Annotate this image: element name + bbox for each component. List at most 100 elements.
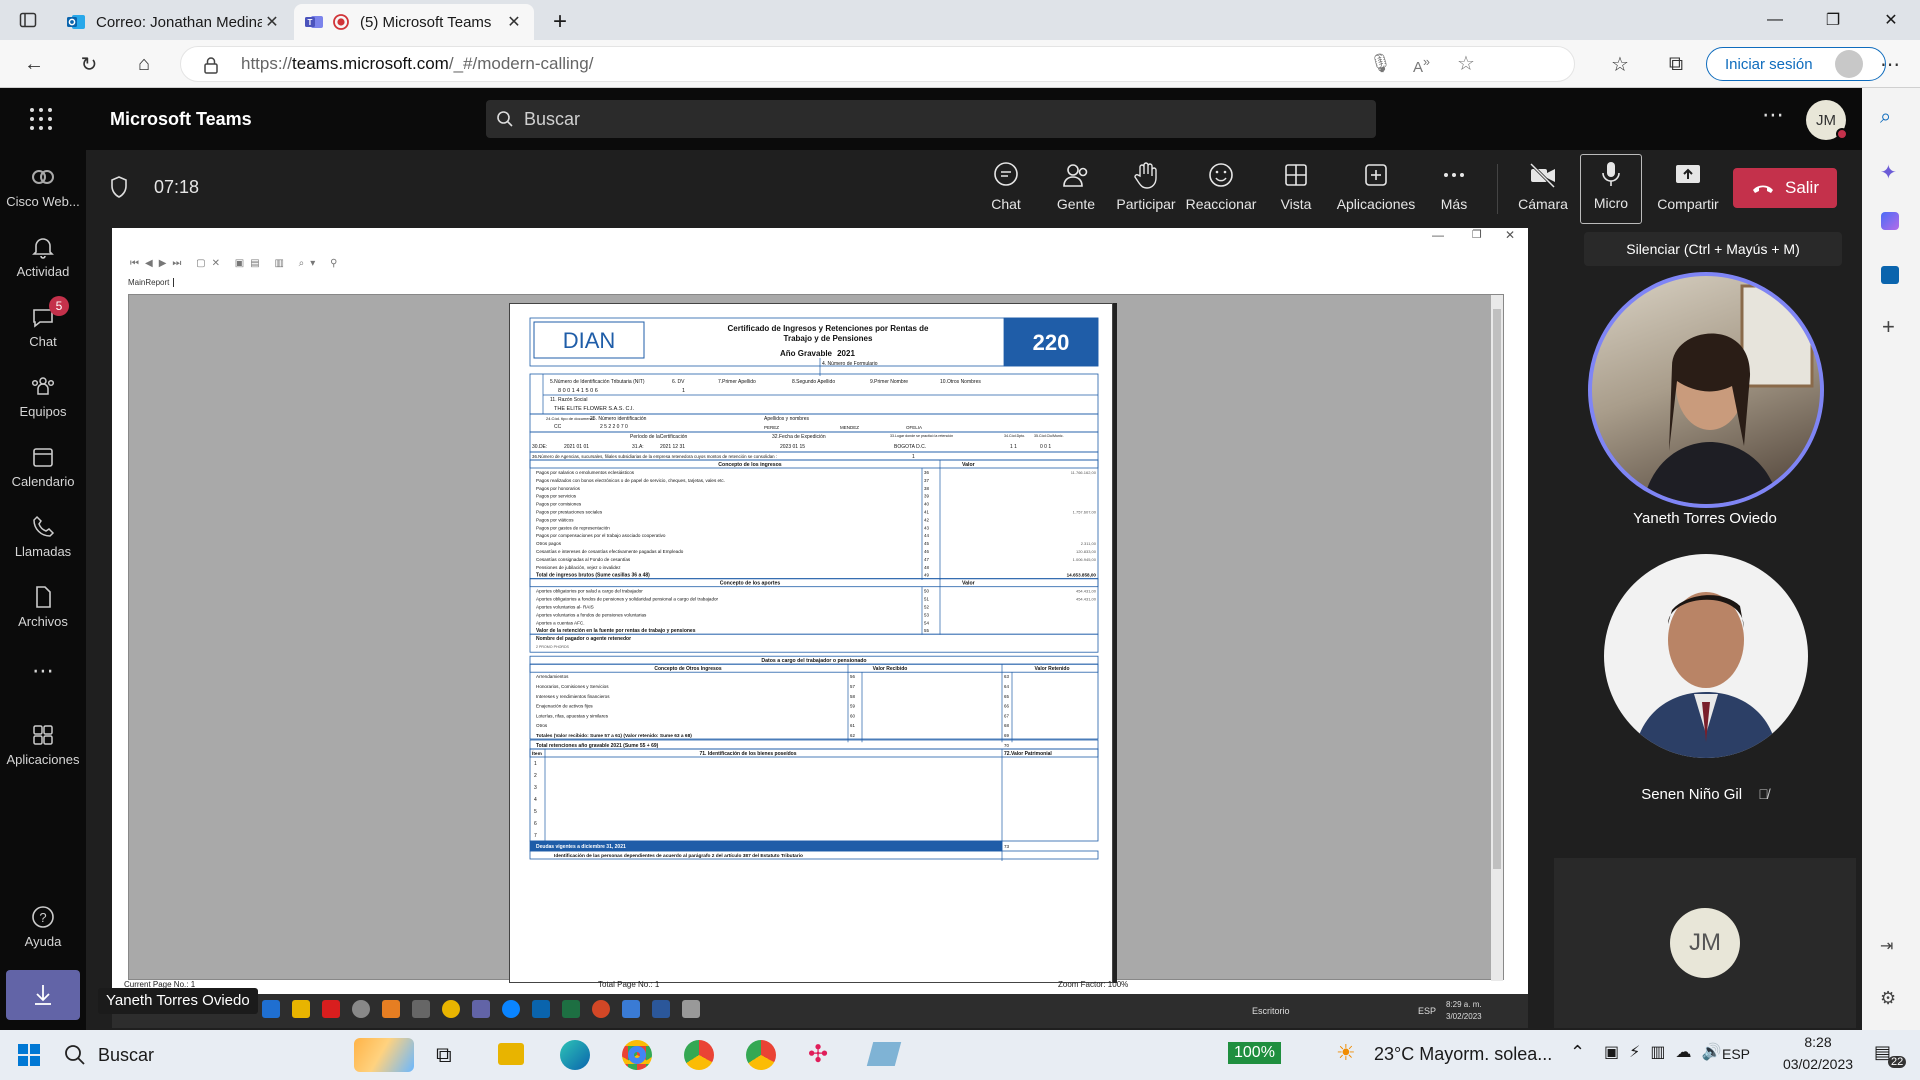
refresh-button[interactable]: ↻ [73, 48, 105, 80]
more-options-icon[interactable]: ⋯ [1874, 48, 1906, 80]
remote-outlook-icon [532, 1000, 550, 1018]
chrome-profile-icon[interactable] [684, 1040, 714, 1070]
rail-item-chat[interactable]: 5 Chat [0, 296, 86, 349]
search-icon[interactable]: ⌕ [1880, 106, 1891, 129]
payer-label: Nombre del pagador o agente retenedor [536, 636, 631, 642]
form-number: 220 [1033, 330, 1070, 355]
chrome-icon[interactable] [622, 1040, 652, 1070]
other-total-code-received: 62 [850, 733, 855, 738]
shopping-icon[interactable] [1881, 212, 1899, 230]
taskbar-search[interactable]: Buscar [64, 1036, 424, 1074]
minimize-button[interactable]: — [1746, 0, 1804, 40]
participant-video-yaneth[interactable] [1588, 272, 1824, 508]
self-initials: JM [1689, 929, 1721, 956]
hang-up-icon [1752, 185, 1773, 193]
system-tray-icons[interactable]: ▣⚡▥☁🔊 [1604, 1042, 1731, 1062]
search-input[interactable]: Buscar [486, 100, 1376, 138]
people-button[interactable]: Gente [1041, 156, 1111, 222]
add-sidebar-app-icon[interactable]: + [1882, 314, 1895, 340]
app-launcher-icon[interactable] [28, 106, 58, 136]
rail-item-files[interactable]: Archivos [0, 584, 86, 629]
other-row-code-received: 60 [850, 713, 855, 718]
tab-teams[interactable]: T (5) Microsoft Teams ✕ [294, 4, 534, 40]
income-row-code: 40 [924, 502, 929, 507]
contrib-row-label: Aportes obligatorios por salud a cargo d… [536, 589, 643, 594]
remote-desktop-label: Escritorio [1252, 1006, 1290, 1016]
favorites-icon[interactable]: ☆ [1604, 48, 1636, 80]
rail-item-activity[interactable]: Actividad [0, 234, 86, 279]
income-row-value: 1.006.945,00 [1073, 557, 1097, 562]
close-window-button[interactable]: ✕ [1862, 0, 1920, 40]
camera-button[interactable]: Cámara [1508, 156, 1578, 222]
user-avatar[interactable]: JM [1806, 100, 1848, 140]
nom2-label: 10.Otros Nombres [940, 379, 981, 385]
view-button[interactable]: Vista [1261, 156, 1331, 222]
taskbar-search-label: Buscar [98, 1044, 155, 1065]
contrib-row-code: 50 [924, 589, 929, 594]
participant-tile-self[interactable]: JM [1554, 858, 1856, 1028]
rail-label: Archivos [18, 614, 68, 629]
participant-video-senen[interactable] [1604, 554, 1808, 758]
raise-hand-button[interactable]: Participar [1111, 156, 1181, 222]
rail-item-calendar[interactable]: Calendario [0, 444, 86, 489]
name-1: PEREZ [764, 425, 779, 430]
read-aloud-icon[interactable]: A» [1413, 55, 1430, 76]
rail-item-calls[interactable]: Llamadas [0, 514, 86, 559]
more-apps-icon[interactable]: ⋯ [0, 658, 86, 684]
react-button[interactable]: Reaccionar [1181, 156, 1261, 222]
sidebar-settings-icon[interactable]: ⚙ [1880, 988, 1896, 1009]
leave-call-button[interactable]: Salir [1733, 168, 1837, 208]
mic-button[interactable]: Micro [1580, 154, 1642, 224]
chat-button[interactable]: Chat [971, 156, 1041, 222]
close-tab-icon[interactable]: ✕ [262, 12, 282, 32]
id-label: 25. Número identificación [590, 416, 647, 422]
windows-start-icon[interactable] [18, 1044, 40, 1066]
remote-taskbar: Escritorio ESP 8:29 a. m. 3/02/2023 [112, 994, 1528, 1028]
address-bar[interactable]: https://teams.microsoft.com/_#/modern-ca… [180, 46, 1575, 82]
new-tab-button[interactable]: + [540, 4, 580, 40]
share-button[interactable]: Compartir [1648, 156, 1728, 222]
home-icon[interactable]: ⌂ [128, 48, 160, 80]
file-explorer-icon[interactable] [498, 1043, 524, 1065]
show-hidden-icons[interactable]: ⌃ [1570, 1042, 1585, 1063]
mic-label: Micro [1593, 195, 1629, 211]
remote-app-icon [682, 1000, 700, 1018]
leave-label: Salir [1784, 178, 1819, 197]
tab-actions-icon[interactable] [12, 4, 44, 36]
withholding-code: 55 [924, 628, 929, 633]
copilot-icon[interactable]: ✦ [1880, 160, 1897, 185]
add-favorite-icon[interactable]: ☆ [1457, 51, 1475, 76]
remote-excel-icon [562, 1000, 580, 1018]
hide-sidebar-icon[interactable]: ⇥ [1880, 936, 1893, 956]
asset-item-number: 1 [534, 761, 537, 767]
task-view-icon[interactable]: ⧉ [436, 1042, 452, 1068]
rail-item-help[interactable]: ? Ayuda [0, 904, 86, 949]
weather-text[interactable]: 23°C Mayorm. solea... [1374, 1044, 1552, 1065]
taskbar-time[interactable]: 8:28 [1778, 1034, 1858, 1050]
apps-button[interactable]: Aplicaciones [1331, 156, 1421, 222]
tab-outlook[interactable]: Correo: Jonathan Medina - Outlo ✕ [56, 4, 292, 40]
download-app-button[interactable] [6, 970, 80, 1020]
restore-button[interactable]: ❐ [1804, 0, 1862, 40]
microphone-icon[interactable]: 🎙 [1369, 53, 1392, 74]
contrib-row-label: Aportes obligatorios a fondos de pension… [536, 597, 719, 602]
back-button[interactable]: ← [18, 48, 50, 80]
app-icon[interactable] [866, 1042, 902, 1066]
report-nav-toolbar: ⏮◀▶⏭ ▢✕ ▣▤ ▥ ⌕▾ ⚲ [130, 258, 344, 269]
taskbar-date[interactable]: 03/02/2023 [1768, 1056, 1868, 1072]
close-tab-icon[interactable]: ✕ [504, 12, 524, 32]
chrome-profile-icon[interactable] [746, 1040, 776, 1070]
rail-item-cisco[interactable]: Cisco Web... [0, 164, 86, 209]
rail-item-apps[interactable]: Aplicaciones [0, 722, 86, 767]
settings-more-icon[interactable]: ⋯ [1762, 102, 1784, 128]
sign-in-button[interactable]: Iniciar sesión [1706, 47, 1886, 81]
outlook-icon[interactable] [1881, 266, 1899, 284]
edge-browser-icon[interactable] [560, 1040, 590, 1070]
slack-icon[interactable]: ✣ [808, 1040, 828, 1069]
report-status-bar: Current Page No.: 1 Total Page No.: 1 Zo… [124, 980, 1516, 992]
taskbar-lang[interactable]: ESP [1722, 1046, 1750, 1062]
contrib-row-code: 54 [924, 620, 929, 625]
rail-item-teams[interactable]: Equipos [0, 374, 86, 419]
more-button[interactable]: Más [1419, 156, 1489, 222]
collections-icon[interactable]: ⧉ [1660, 48, 1692, 80]
